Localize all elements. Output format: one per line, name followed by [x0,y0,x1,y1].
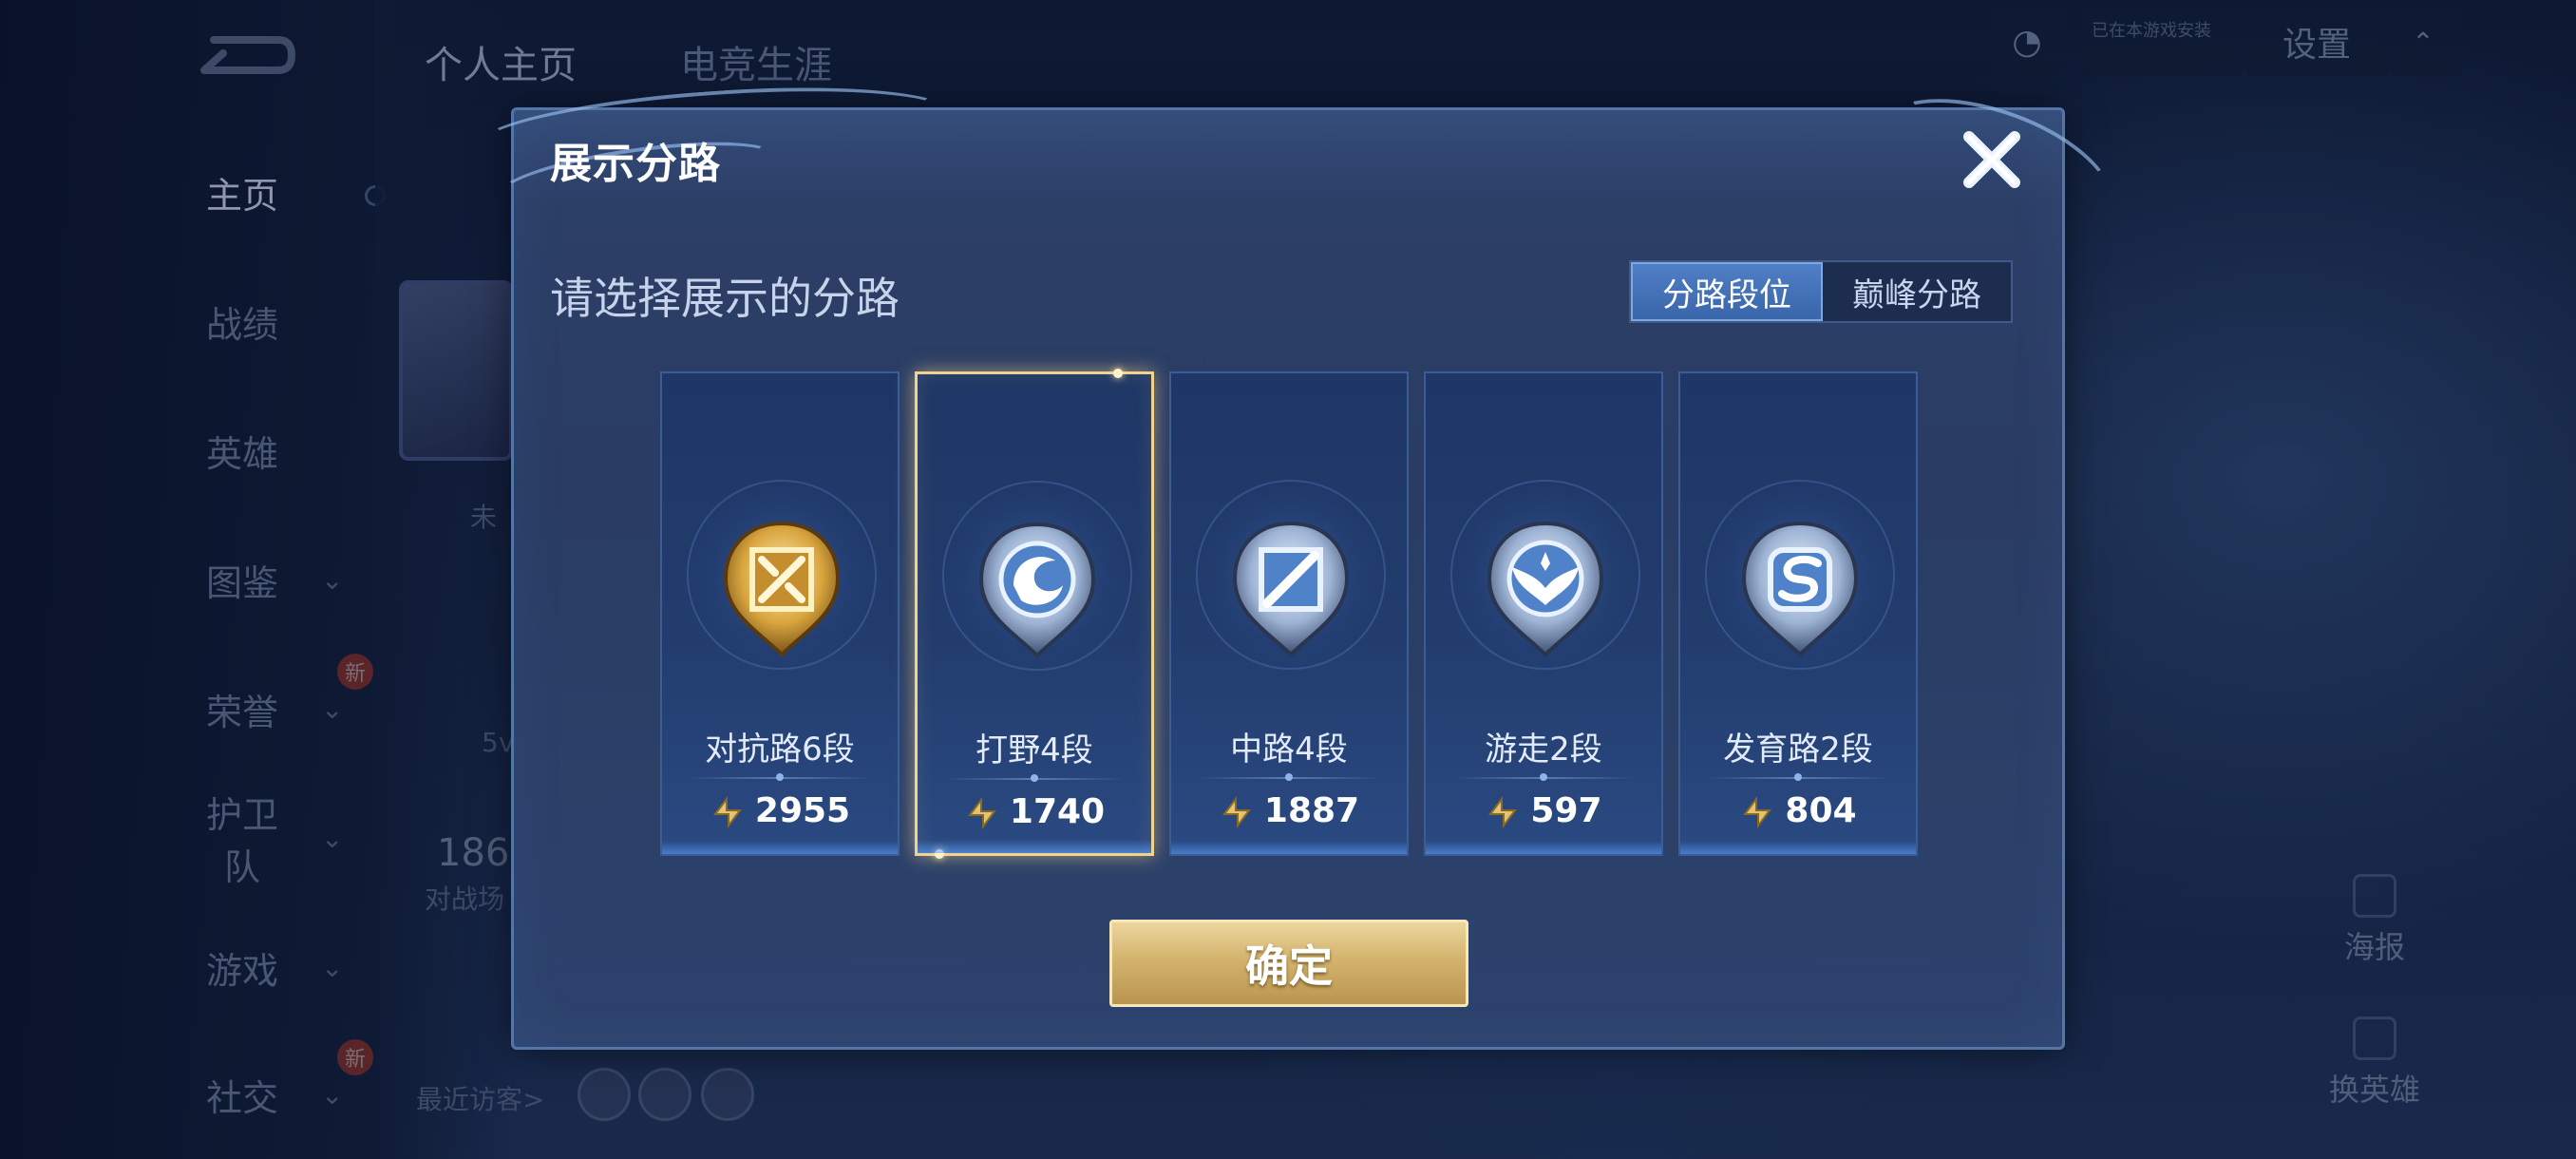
lane-score: 1740 [918,792,1151,831]
lane-type-toggle: 分路段位 巅峰分路 [1629,260,2013,323]
tab-peak-lane[interactable]: 巅峰分路 [1823,262,2011,321]
dialog-title: 展示分路 [550,140,721,188]
divider [689,773,871,781]
lane-score: 597 [1426,791,1661,830]
lane-rank-label: 游走2段 [1485,731,1602,769]
lane-rank-label: 发育路2段 [1723,731,1873,769]
lane-score: 1887 [1171,791,1407,830]
farm-lane-badge-icon [1741,521,1859,657]
jungle-dragon-badge-icon [978,522,1096,658]
roam-wings-badge-icon [1487,521,1604,657]
divider [944,774,1125,782]
lane-card-farm[interactable]: 发育路2段 804 [1678,371,1918,856]
selection-spark [1113,369,1123,378]
lane-card-list: 对抗路6段 2955 打野4段 1740 中路4段 1887 游走2段 597 … [660,369,1918,859]
dialog-subtitle: 请选择展示的分路 [550,273,900,324]
lane-score: 2955 [662,791,898,830]
lane-rank-label: 打野4段 [975,732,1093,770]
lane-score: 804 [1680,791,1916,830]
lane-card-mid[interactable]: 中路4段 1887 [1169,371,1409,856]
divider [1452,773,1635,781]
points-icon [1222,795,1251,828]
lane-card-roam[interactable]: 游走2段 597 [1424,371,1663,856]
divider [1198,773,1380,781]
tab-lane-rank[interactable]: 分路段位 [1631,262,1823,321]
points-icon [1488,795,1518,828]
selection-spark [935,849,944,859]
lane-rank-label: 中路4段 [1230,731,1348,769]
lane-card-clash[interactable]: 对抗路6段 2955 [660,371,900,856]
points-icon [712,795,742,828]
close-x-icon[interactable] [1956,124,2028,196]
mid-lane-badge-icon [1232,521,1350,657]
divider [1707,773,1889,781]
confirm-button[interactable]: 确定 [1109,920,1468,1007]
lane-display-dialog: 展示分路 请选择展示的分路 分路段位 巅峰分路 对抗路6段 2955 打野4段 … [473,71,2131,1050]
lane-card-jungle[interactable]: 打野4段 1740 [915,369,1154,859]
lane-rank-label: 对抗路6段 [705,731,855,769]
clash-lane-badge-icon [723,521,841,657]
points-icon [1743,795,1772,828]
points-icon [967,796,996,829]
screen: 主页 战绩 英雄 图鉴 ⌄ 荣誉 ⌄ 新 护卫队 ⌄ 游戏 ⌄ 社交 ⌄ 新 个… [0,0,2576,1159]
